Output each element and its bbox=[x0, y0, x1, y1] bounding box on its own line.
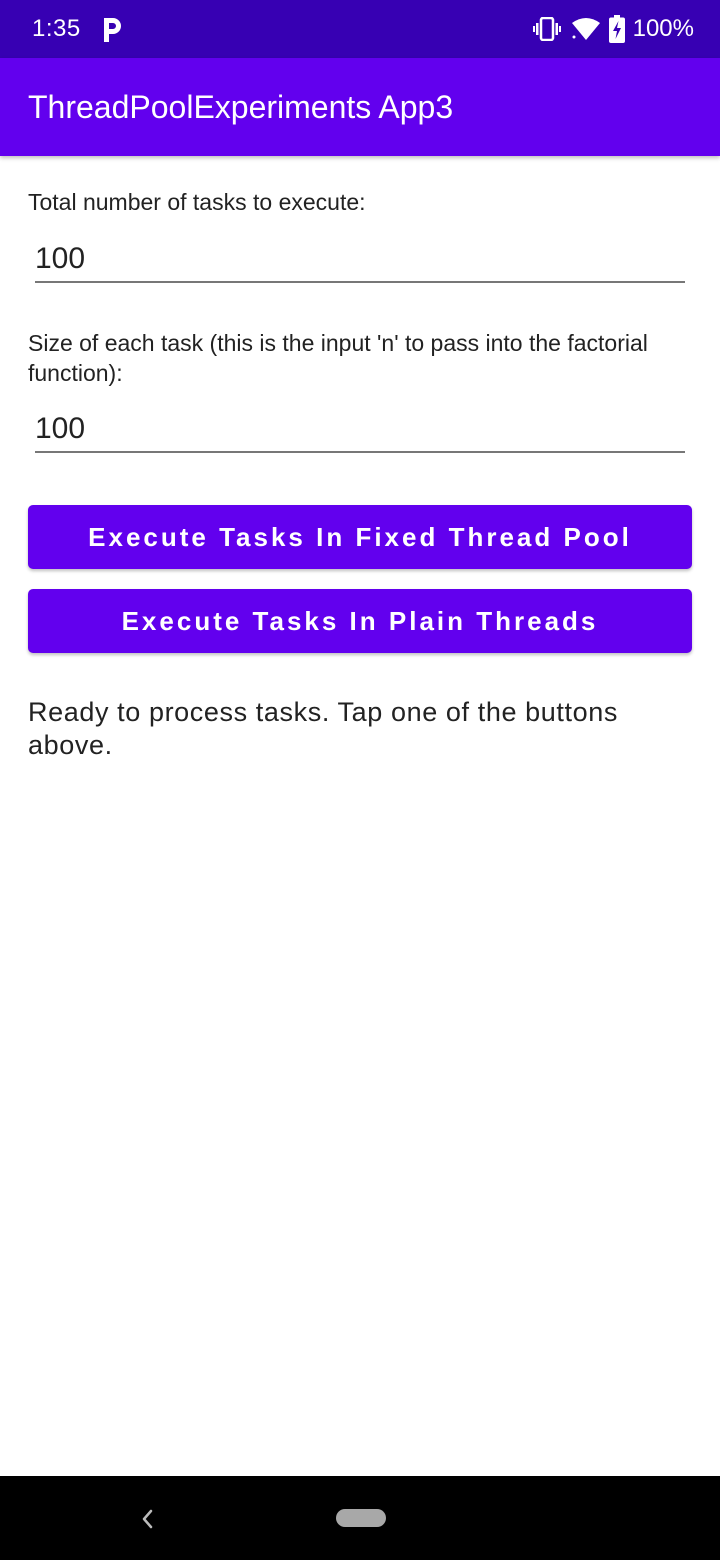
navigation-bar bbox=[0, 1476, 720, 1560]
execute-plain-threads-button[interactable]: Execute Tasks In Plain Threads bbox=[28, 589, 692, 653]
execute-fixed-thread-pool-button[interactable]: Execute Tasks In Fixed Thread Pool bbox=[28, 505, 692, 569]
task-size-label: Size of each task (this is the input 'n'… bbox=[28, 330, 648, 386]
screen: 1:35 100% ThreadPoolExperiments App3 Tot… bbox=[0, 0, 720, 1560]
vibrate-icon bbox=[532, 17, 561, 41]
wifi-icon bbox=[571, 17, 601, 41]
app-bar: ThreadPoolExperiments App3 bbox=[0, 58, 720, 156]
status-message: Ready to process tasks. Tap one of the b… bbox=[28, 697, 618, 760]
battery-percent: 100% bbox=[632, 15, 694, 42]
home-pill-icon[interactable] bbox=[336, 1509, 386, 1527]
tasks-count-label: Total number of tasks to execute: bbox=[28, 189, 366, 215]
status-bar: 1:35 100% bbox=[0, 0, 720, 58]
parking-p-icon bbox=[101, 17, 123, 43]
task-size-input[interactable] bbox=[35, 407, 685, 453]
status-time: 1:35 bbox=[32, 15, 81, 42]
tasks-count-input[interactable] bbox=[35, 237, 685, 283]
app-title: ThreadPoolExperiments App3 bbox=[28, 89, 454, 125]
back-chevron-icon[interactable] bbox=[136, 1506, 158, 1532]
battery-charging-icon bbox=[608, 15, 625, 43]
status-icons: 100% bbox=[532, 14, 694, 44]
